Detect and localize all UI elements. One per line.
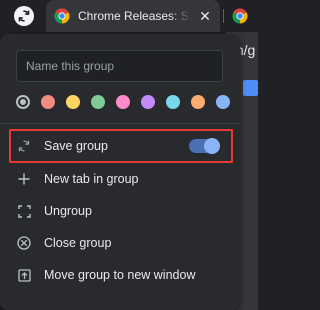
chrome-favicon-icon[interactable] bbox=[232, 8, 248, 24]
group-name-input[interactable] bbox=[16, 50, 223, 82]
toggle-knob bbox=[204, 138, 220, 154]
new-tab-in-group-item[interactable]: New tab in group bbox=[0, 163, 240, 195]
close-group-label: Close group bbox=[44, 236, 112, 250]
tab-group-chip[interactable] bbox=[12, 5, 36, 27]
color-swatch-cyan[interactable] bbox=[166, 95, 180, 109]
menu-divider bbox=[0, 123, 240, 124]
color-swatch-pink[interactable] bbox=[116, 95, 130, 109]
move-group-item[interactable]: Move group to new window bbox=[0, 259, 240, 291]
tab-chrome-releases[interactable]: Chrome Releases: Stable ✕ bbox=[46, 0, 220, 32]
color-swatch-green[interactable] bbox=[91, 95, 105, 109]
color-picker bbox=[16, 95, 230, 109]
tab-divider bbox=[223, 9, 224, 23]
close-circle-icon bbox=[16, 235, 32, 251]
ungroup-icon bbox=[16, 203, 32, 219]
color-swatch-purple[interactable] bbox=[141, 95, 155, 109]
ungroup-label: Ungroup bbox=[44, 204, 92, 218]
new-tab-in-group-label: New tab in group bbox=[44, 172, 139, 186]
color-swatch-blue[interactable] bbox=[216, 95, 230, 109]
move-to-window-icon bbox=[16, 267, 32, 283]
close-group-item[interactable]: Close group bbox=[0, 227, 240, 259]
tab-group-editor-menu: Save group New tab in group Ungroup bbox=[0, 34, 240, 310]
color-swatch-orange[interactable] bbox=[191, 95, 205, 109]
plus-icon bbox=[16, 171, 32, 187]
move-group-label: Move group to new window bbox=[44, 268, 196, 282]
save-group-toggle[interactable] bbox=[189, 138, 220, 154]
save-group-label: Save group bbox=[44, 139, 108, 153]
extension-icon[interactable] bbox=[243, 80, 258, 96]
tab-title: Chrome Releases: Stable bbox=[78, 9, 190, 23]
save-group-item[interactable]: Save group bbox=[0, 130, 240, 162]
color-swatch-yellow[interactable] bbox=[66, 95, 80, 109]
color-swatch-grey[interactable] bbox=[16, 95, 30, 109]
sync-icon bbox=[16, 138, 32, 154]
tab-close-icon[interactable]: ✕ bbox=[198, 9, 212, 23]
sync-icon bbox=[14, 6, 34, 26]
chrome-favicon-icon bbox=[54, 8, 70, 24]
color-swatch-red[interactable] bbox=[41, 95, 55, 109]
ungroup-item[interactable]: Ungroup bbox=[0, 195, 240, 227]
tab-strip: Chrome Releases: Stable ✕ bbox=[0, 0, 258, 32]
